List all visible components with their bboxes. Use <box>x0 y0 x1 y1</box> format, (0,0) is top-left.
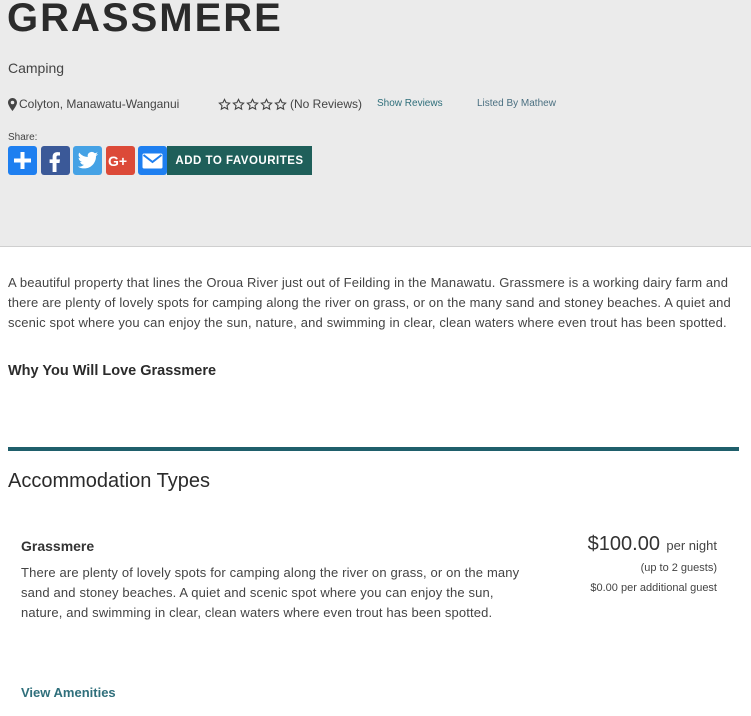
location: Colyton, Manawatu-Wanganui <box>8 95 179 113</box>
reviews-count: (No Reviews) <box>290 97 363 111</box>
star-outline-icon <box>260 97 273 110</box>
star-outline-icon <box>246 97 259 110</box>
svg-text:G+: G+ <box>108 153 127 169</box>
guest-limit: (up to 2 guests) <box>640 562 717 574</box>
accommodation-name: Grassmere <box>21 538 95 554</box>
share-buttons: G+ ADD TO FAVOURITES <box>8 146 312 175</box>
share-twitter-button[interactable] <box>73 146 102 175</box>
listing-title: GRASSMERE <box>7 0 283 40</box>
view-amenities-link[interactable]: View Amenities <box>21 684 116 702</box>
location-text: Colyton, Manawatu-Wanganui <box>19 97 180 111</box>
twitter-icon <box>77 151 98 168</box>
listing-category: Camping <box>8 60 65 76</box>
listed-by: Listed By Mathew <box>477 98 556 109</box>
facebook-icon <box>49 151 60 172</box>
accommodation-heading: Accommodation Types <box>8 470 210 492</box>
star-outline-icon <box>232 97 245 110</box>
star-outline-icon <box>274 97 287 110</box>
accommodation-description: There are plenty of lovely spots for cam… <box>21 565 520 620</box>
listing-header: GRASSMERE Camping Colyton, Manawatu-Wang… <box>0 0 751 247</box>
price: $100.00 <box>587 533 660 555</box>
price-block: $100.00 per night (up to 2 guests) $0.00… <box>588 530 717 598</box>
why-heading: Why You Will Love Grassmere <box>8 363 217 379</box>
share-facebook-button[interactable] <box>40 146 70 175</box>
google-plus-icon: G+ <box>108 153 127 169</box>
map-pin-icon <box>8 97 17 111</box>
star-rating: (No Reviews) <box>218 95 362 113</box>
email-icon <box>142 153 163 168</box>
listing-meta: Colyton, Manawatu-Wanganui (No Reviews) … <box>8 95 748 113</box>
share-google-plus-button[interactable]: G+ <box>105 146 135 175</box>
price-unit: per night <box>666 538 717 553</box>
share-more-button[interactable] <box>8 146 37 175</box>
add-to-favourites-button[interactable]: ADD TO FAVOURITES <box>167 146 312 175</box>
listing-description: A beautiful property that lines the Orou… <box>8 275 731 330</box>
plus-icon <box>14 152 31 169</box>
extra-guest-price: $0.00 per additional guest <box>590 582 717 594</box>
star-outline-icon <box>218 97 231 110</box>
show-reviews-link[interactable]: Show Reviews <box>377 95 443 113</box>
section-divider <box>8 447 739 451</box>
share-label: Share: <box>8 132 38 143</box>
share-email-button[interactable] <box>138 146 167 175</box>
